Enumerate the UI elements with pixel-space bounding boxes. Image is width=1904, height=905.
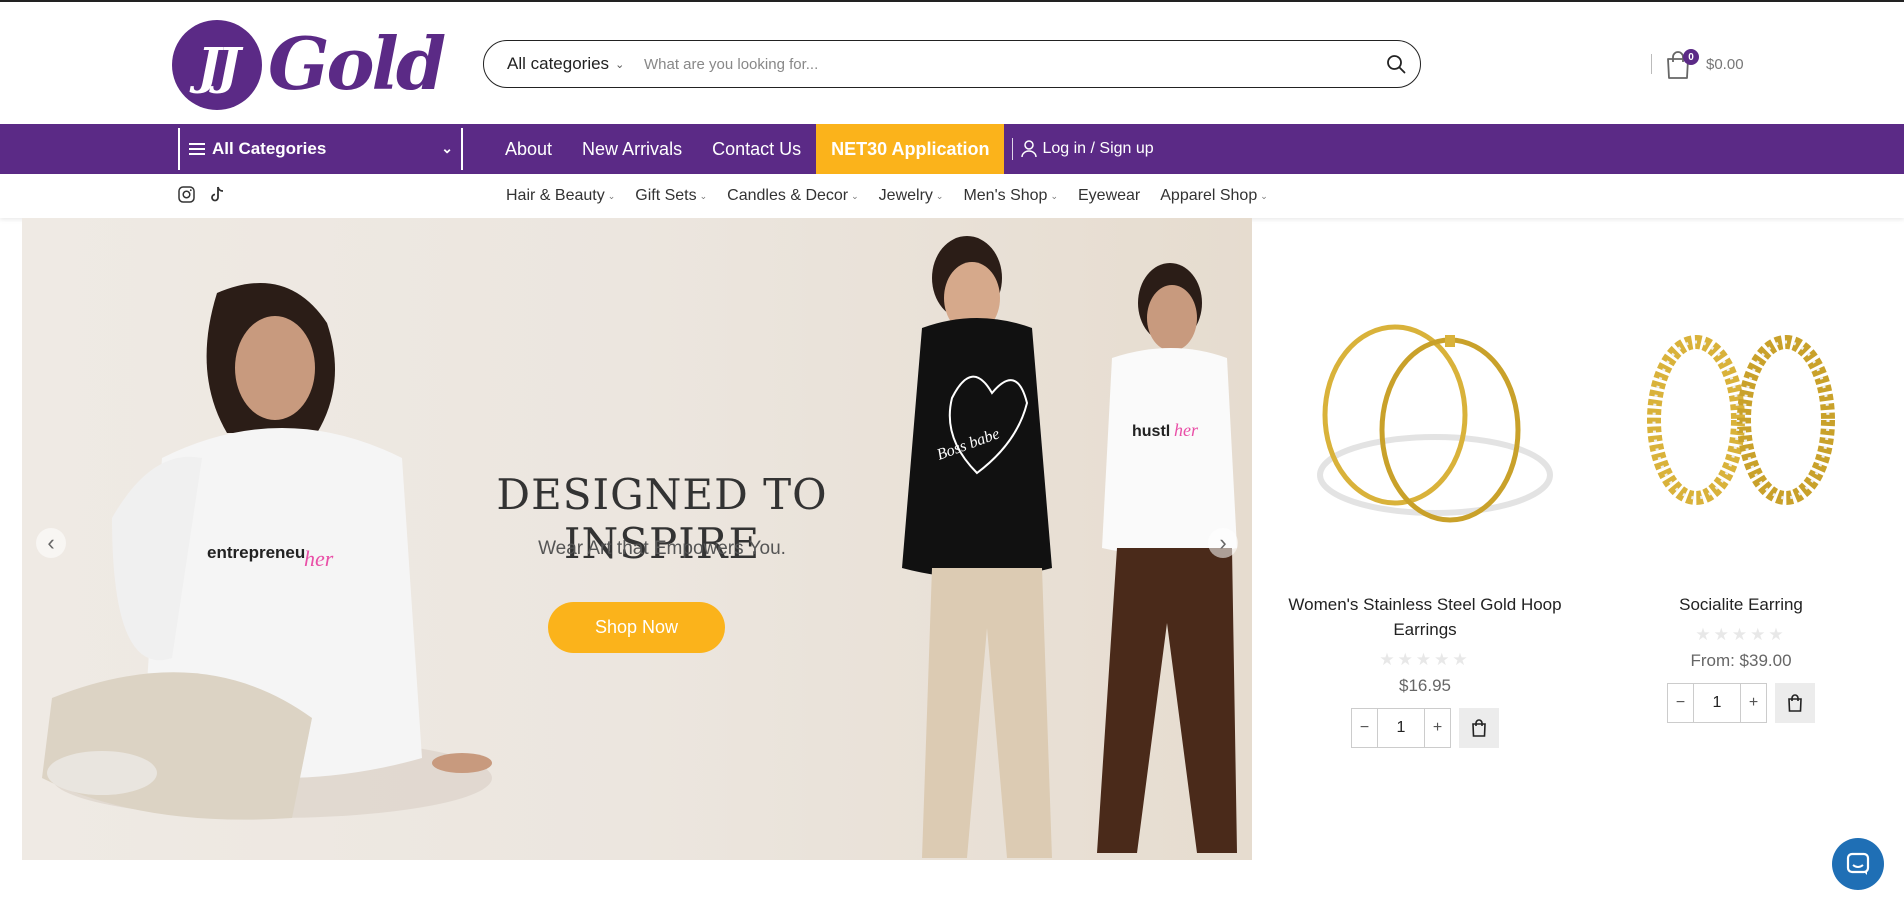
- tee-print-text: hustl: [1132, 423, 1170, 440]
- category-apparel-shop[interactable]: Apparel Shop ⌄: [1150, 187, 1278, 205]
- search-category-label: All categories: [507, 54, 610, 73]
- login-label: Log in / Sign up: [1042, 140, 1154, 157]
- cart-total[interactable]: $0.00: [1706, 56, 1744, 73]
- hero-subtitle: Wear Art that Empowers You.: [538, 538, 786, 559]
- category-gift-sets[interactable]: Gift Sets ⌄: [625, 187, 717, 205]
- cart-divider: [1651, 54, 1652, 74]
- all-categories-label: All Categories: [212, 139, 327, 158]
- product-title[interactable]: Socialite Earring: [1591, 592, 1891, 617]
- product-title-line: Women's Stainless Steel Gold Hoop: [1288, 595, 1562, 614]
- hamburger-icon: [189, 143, 205, 155]
- site-logo[interactable]: JJ Gold: [172, 20, 446, 112]
- chevron-down-icon: ⌄: [607, 190, 616, 201]
- category-candles-decor[interactable]: Candles & Decor ⌄: [717, 187, 869, 205]
- decrease-qty-button[interactable]: −: [1668, 684, 1693, 722]
- social-links: [178, 186, 225, 203]
- nav-divider: [1012, 138, 1014, 160]
- category-label: Apparel Shop: [1160, 187, 1258, 204]
- category-label: Jewelry: [878, 187, 933, 204]
- chevron-down-icon: ⌄: [1050, 190, 1058, 201]
- site-header: JJ Gold All categories ⌄ 0 $0.00: [0, 2, 1904, 124]
- chevron-right-icon: ›: [1219, 530, 1227, 555]
- nav-about[interactable]: About: [490, 124, 567, 174]
- user-icon: [1021, 140, 1038, 158]
- product-price: $16.95: [1399, 676, 1451, 695]
- slider-prev-button[interactable]: ‹: [36, 528, 66, 558]
- quantity-input[interactable]: 1: [1693, 684, 1741, 722]
- hoop-earrings-image: [1317, 324, 1553, 523]
- chevron-down-icon: ⌄: [1260, 190, 1268, 201]
- chevron-down-icon: ⌄: [699, 190, 708, 201]
- hoodie-print-accent: her: [304, 546, 334, 571]
- chevron-left-icon: ‹: [47, 530, 55, 555]
- product-rating: ★★★★★: [1379, 650, 1471, 669]
- search-category-select[interactable]: All categories ⌄: [484, 41, 644, 87]
- decrease-qty-button[interactable]: −: [1352, 709, 1377, 747]
- category-links: Hair & Beauty ⌄ Gift Sets ⌄ Candles & Deco…: [496, 174, 1278, 218]
- purchase-controls: − 1 +: [1275, 708, 1575, 748]
- nav-net30-application[interactable]: NET30 Application: [816, 124, 1005, 174]
- quantity-stepper: − 1 +: [1351, 708, 1451, 748]
- search-button[interactable]: [1372, 41, 1420, 87]
- chat-icon: [1846, 852, 1870, 875]
- purchase-controls: − 1 +: [1591, 683, 1891, 723]
- product-title-line: Earrings: [1393, 620, 1457, 639]
- slider-next-button[interactable]: ›: [1208, 528, 1238, 558]
- chevron-down-icon: ⌄: [615, 58, 625, 71]
- product-image[interactable]: [1285, 290, 1565, 580]
- product-title-line: Socialite Earring: [1679, 595, 1803, 614]
- tiktok-icon[interactable]: [209, 186, 225, 203]
- increase-qty-button[interactable]: +: [1741, 684, 1766, 722]
- nav-contact-us[interactable]: Contact Us: [697, 124, 816, 174]
- instagram-icon[interactable]: [178, 186, 195, 203]
- main-nav: All Categories ⌄ About New Arrivals Cont…: [0, 124, 1904, 174]
- cart-count-badge: 0: [1683, 49, 1699, 65]
- nav-new-arrivals[interactable]: New Arrivals: [567, 124, 697, 174]
- category-label: Eyewear: [1078, 187, 1141, 204]
- product-card: Women's Stainless Steel Gold Hoop Earrin…: [1275, 290, 1575, 748]
- chevron-down-icon: ⌄: [935, 190, 944, 201]
- add-to-cart-button[interactable]: [1459, 708, 1499, 748]
- quantity-input[interactable]: 1: [1377, 709, 1425, 747]
- category-label: Hair & Beauty: [506, 187, 605, 204]
- search-input[interactable]: [644, 41, 1372, 87]
- shopping-bag-icon: [1472, 719, 1486, 737]
- increase-qty-button[interactable]: +: [1425, 709, 1450, 747]
- hoodie-print-text: entrepreneu: [207, 543, 305, 562]
- login-signup-link[interactable]: Log in / Sign up: [1021, 140, 1154, 158]
- category-label: Men's Shop: [963, 187, 1048, 204]
- search-icon: [1387, 55, 1406, 74]
- chevron-down-icon: ⌄: [441, 140, 453, 156]
- category-label: Gift Sets: [635, 187, 697, 204]
- category-eyewear[interactable]: Eyewear: [1068, 187, 1150, 205]
- product-card: Socialite Earring ★★★★★ From: $39.00 − 1…: [1591, 290, 1891, 723]
- add-to-cart-button[interactable]: [1775, 683, 1815, 723]
- category-mens-shop[interactable]: Men's Shop ⌄: [953, 187, 1068, 205]
- category-hair-beauty[interactable]: Hair & Beauty ⌄: [496, 187, 625, 205]
- tee-print-accent: her: [1174, 420, 1199, 440]
- logo-wordmark: Gold: [268, 21, 446, 106]
- socialite-earrings-image: [1647, 335, 1835, 505]
- shopping-bag-icon: [1788, 694, 1802, 712]
- hero-slider: entrepreneu her Boss babe hustl her DESI…: [22, 218, 1252, 860]
- chevron-down-icon: ⌄: [851, 190, 859, 201]
- category-label: Candles & Decor: [727, 187, 849, 204]
- product-image[interactable]: [1601, 290, 1881, 580]
- logo-circle: JJ: [172, 20, 262, 110]
- shop-now-button[interactable]: Shop Now: [548, 602, 725, 653]
- category-nav: Hair & Beauty ⌄ Gift Sets ⌄ Candles & Deco…: [0, 174, 1904, 218]
- hero-models-tees-image: Boss babe hustl her: [902, 236, 1237, 858]
- product-price: From: $39.00: [1690, 651, 1792, 670]
- product-rating: ★★★★★: [1695, 625, 1787, 644]
- all-categories-menu[interactable]: All Categories ⌄: [178, 128, 463, 170]
- nav-links: About New Arrivals Contact Us NET30 Appl…: [490, 124, 1154, 174]
- category-jewelry[interactable]: Jewelry ⌄: [869, 187, 954, 205]
- search-bar: All categories ⌄: [483, 40, 1421, 88]
- live-chat-button[interactable]: [1832, 838, 1884, 890]
- product-title[interactable]: Women's Stainless Steel Gold Hoop Earrin…: [1275, 592, 1575, 642]
- quantity-stepper: − 1 +: [1667, 683, 1767, 723]
